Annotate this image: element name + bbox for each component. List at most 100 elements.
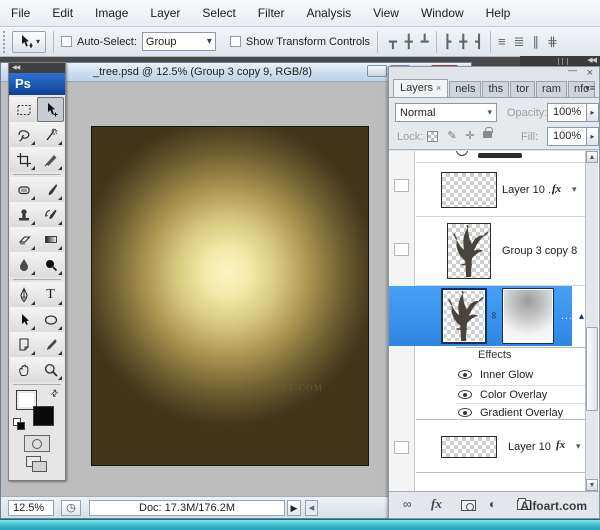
menu-filter[interactable]: Filter [247,0,296,26]
fx-badge-icon[interactable]: fx [552,183,561,195]
background-color-swatch[interactable] [33,406,54,426]
current-tool-button[interactable]: ▾ [12,31,46,53]
align-top-icon[interactable]: ┳ [389,31,397,53]
show-transform-checkbox[interactable] [230,36,241,47]
crop-tool[interactable] [10,147,37,172]
blur-tool[interactable] [10,252,37,277]
scroll-down-icon[interactable]: ▼ [586,479,598,491]
fill-value-field[interactable]: 100% [547,127,587,146]
add-layer-mask-icon[interactable] [461,500,476,511]
zoom-tool[interactable] [37,357,64,382]
distribute-left-icon[interactable]: ⋕ [547,31,558,53]
toolbox-collapse-grip[interactable]: ◀◀ [9,63,65,73]
eyedropper-tool[interactable] [37,332,64,357]
layer-row-layer10-bottom[interactable]: Layer 10 fx ▾ [416,419,586,473]
lock-pixels-icon[interactable]: ✎ [445,129,459,143]
fx-expand-icon[interactable]: ▾ [576,441,581,452]
auto-select-dropdown[interactable]: Group ▾ [142,32,216,51]
tab-navigator[interactable]: tor [510,81,535,97]
tab-channels[interactable]: nels [449,81,481,97]
doc-minimize-button[interactable] [367,65,387,77]
pen-tool[interactable] [10,282,37,307]
tab-close-icon[interactable]: × [436,83,441,93]
panel-minimize-icon[interactable]: — [568,65,577,75]
clock-icon[interactable]: ◷ [61,500,81,516]
distribute-vcenter-icon[interactable]: ≣ [514,31,525,53]
eye-icon[interactable] [458,370,472,379]
link-layers-icon[interactable]: ∞ [403,497,410,511]
layer-thumbnail[interactable] [447,223,491,279]
quick-mask-button[interactable] [24,435,50,452]
history-brush-tool[interactable] [37,202,64,227]
new-adjustment-layer-icon[interactable]: ◐ [489,497,496,511]
align-hcenter-icon[interactable]: ╋ [459,31,467,53]
status-menu-arrow-icon[interactable]: ▶ [287,500,301,516]
layer-row-layer10-top[interactable]: Layer 10 ... fx ▾ [416,163,586,217]
lock-transparency-icon[interactable] [427,131,438,142]
align-left-icon[interactable]: ┣ [444,31,452,53]
notes-tool[interactable] [10,332,37,357]
eye-icon[interactable] [458,390,472,399]
menu-image[interactable]: Image [84,0,139,26]
visibility-toggle[interactable] [394,441,409,454]
panel-close-icon[interactable]: × [587,67,593,79]
effect-row-color-overlay[interactable]: Color Overlay [456,385,586,402]
menu-select[interactable]: Select [191,0,246,26]
fill-spinner-icon[interactable]: ▸ [587,127,599,146]
clone-stamp-tool[interactable] [10,202,37,227]
layer-name[interactable]: Layer 10 [508,441,551,453]
menu-layer[interactable]: Layer [139,0,191,26]
auto-select-checkbox[interactable] [61,36,72,47]
gradient-tool[interactable] [37,227,64,252]
menu-help[interactable]: Help [475,0,522,26]
menu-view[interactable]: View [362,0,410,26]
mask-link-icon[interactable]: ∞ [488,312,499,319]
layer-name[interactable]: ... [561,310,573,322]
panel-menu-icon[interactable]: ▾≡ [585,83,595,94]
layer-thumbnail[interactable] [441,436,497,458]
tab-paths[interactable]: ths [482,81,509,97]
eraser-tool[interactable] [10,227,37,252]
zoom-level-field[interactable]: 12.5% [8,500,54,516]
default-colors-icon[interactable] [13,418,27,430]
hscroll-left-arrow-icon[interactable]: ◂ [305,500,318,516]
dodge-tool[interactable] [37,252,64,277]
layer-row-selected[interactable]: ∞ ... [389,286,572,346]
canvas-image[interactable]: ALFOART.COM [91,126,369,466]
clipped-layer-row[interactable] [416,151,586,163]
panel-titlebar[interactable]: — × [389,67,599,79]
selected-layer-thumbnail[interactable] [441,288,487,344]
effect-row-gradient-overlay[interactable]: Gradient Overlay [456,403,586,420]
scroll-up-icon[interactable]: ▲ [586,151,598,163]
fx-badge-icon[interactable]: fx [556,439,565,451]
opacity-value-field[interactable]: 100% [547,103,587,122]
menu-file[interactable]: File [0,0,41,26]
layer-name[interactable]: Group 3 copy 8 [502,245,577,257]
add-layer-style-icon[interactable]: fx [431,496,442,512]
distribute-bottom-icon[interactable]: ∥ [533,31,540,53]
layer-mask-thumbnail[interactable] [502,288,554,344]
options-bar-grip[interactable] [3,31,8,53]
healing-brush-tool[interactable] [10,177,37,202]
menu-edit[interactable]: Edit [41,0,84,26]
visibility-toggle[interactable] [394,179,409,192]
effect-row-inner-glow[interactable]: Inner Glow [456,367,586,384]
hand-tool[interactable] [10,357,37,382]
screen-mode-button[interactable] [24,454,50,474]
blend-mode-dropdown[interactable]: Normal ▾ [395,103,497,122]
path-selection-tool[interactable] [10,307,37,332]
lock-position-icon[interactable]: ✛ [463,129,477,143]
move-tool[interactable] [37,97,64,122]
align-right-icon[interactable]: ┫ [475,31,483,53]
brush-tool[interactable] [37,177,64,202]
ellipse-shape-tool[interactable] [37,307,64,332]
scrollbar-thumb[interactable] [586,327,598,411]
layers-scrollbar[interactable]: ▲ ▼ [585,151,598,491]
layer-row-group3copy8[interactable]: Group 3 copy 8 [416,217,586,286]
rectangular-marquee-tool[interactable] [10,97,37,122]
lock-all-icon[interactable] [483,131,492,138]
dock-collapse-icon[interactable]: ◀◀ [587,57,596,64]
tab-layers[interactable]: Layers× [393,79,448,97]
layer-name[interactable]: Layer 10 ... [502,184,557,196]
menu-analysis[interactable]: Analysis [295,0,362,26]
